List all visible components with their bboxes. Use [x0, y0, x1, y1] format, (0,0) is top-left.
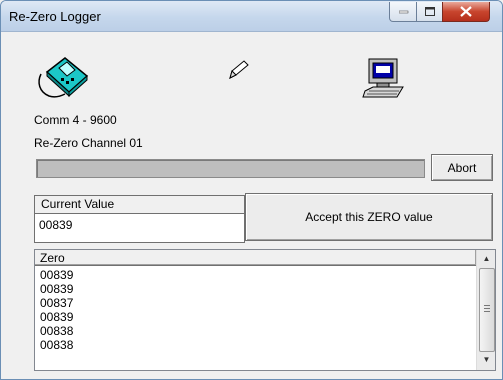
maximize-icon	[424, 6, 435, 16]
current-value-box: Current Value 00839	[34, 195, 245, 243]
chevron-down-icon: ▼	[482, 355, 491, 364]
progress-bar	[36, 159, 425, 178]
maximize-button[interactable]	[416, 2, 444, 22]
pencil-icon	[229, 60, 249, 79]
app-window: Re-Zero Logger Comm 4 - 9600 Re-Zero Cha…	[0, 0, 503, 380]
minimize-button[interactable]	[389, 2, 418, 22]
scroll-down-button[interactable]: ▼	[477, 351, 495, 368]
channel-status-label: Re-Zero Channel 01	[34, 136, 143, 150]
list-item[interactable]: 00839	[40, 268, 73, 282]
close-icon	[460, 6, 472, 17]
scroll-up-button[interactable]: ▲	[477, 250, 495, 267]
close-button[interactable]	[442, 2, 490, 22]
title-bar[interactable]: Re-Zero Logger	[1, 1, 502, 32]
list-item[interactable]: 00839	[40, 310, 73, 324]
list-item[interactable]: 00837	[40, 296, 73, 310]
scroll-thumb[interactable]	[479, 268, 495, 352]
logger-device-icon	[38, 57, 89, 98]
accept-zero-button[interactable]: Accept this ZERO value	[245, 193, 493, 241]
grip-icon	[484, 305, 490, 306]
list-item[interactable]: 00838	[40, 338, 73, 352]
chevron-up-icon: ▲	[482, 254, 491, 263]
comm-status-label: Comm 4 - 9600	[34, 113, 117, 127]
zero-column-header[interactable]: Zero	[35, 250, 476, 266]
list-item[interactable]: 00839	[40, 282, 73, 296]
zero-rows: 00839 00839 00837 00839 00838 00838	[40, 268, 73, 352]
computer-icon	[362, 58, 404, 98]
vertical-scrollbar[interactable]: ▲ ▼	[476, 250, 495, 370]
minimize-icon	[398, 10, 408, 13]
window-title: Re-Zero Logger	[9, 9, 101, 24]
current-value-label: Current Value	[35, 196, 244, 214]
abort-button[interactable]: Abort	[431, 154, 493, 181]
current-value-field: 00839	[39, 218, 73, 232]
list-item[interactable]: 00838	[40, 324, 73, 338]
zero-listbox[interactable]: Zero 00839 00839 00837 00839 00838 00838 ▲ ▼	[34, 249, 496, 371]
